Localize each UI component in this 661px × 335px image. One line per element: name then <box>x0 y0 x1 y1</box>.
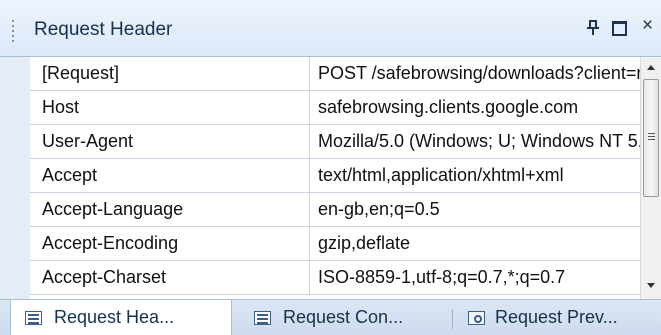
header-value-cell[interactable]: safebrowsing.clients.google.com <box>311 91 640 125</box>
header-value-cell[interactable]: ISO-8859-1,utf-8;q=0.7,*;q=0.7 <box>311 261 640 295</box>
pin-icon[interactable] <box>586 18 600 36</box>
grid-icon <box>25 311 42 325</box>
panel-title: Request Header <box>34 19 173 40</box>
table-row[interactable]: User-Agent Mozilla/5.0 (Windows; U; Wind… <box>30 125 640 159</box>
tab-label: Request Prev... <box>495 307 618 327</box>
property-grid: [Request] POST /safebrowsing/downloads?c… <box>0 57 640 299</box>
header-name-cell: [Request] <box>30 57 310 91</box>
preview-icon <box>468 311 485 325</box>
tab-request-content[interactable]: Request Con... <box>246 300 446 335</box>
header-value-cell[interactable]: en-gb,en;q=0.5 <box>311 193 640 227</box>
grid-icon <box>254 311 271 325</box>
header-name-cell: Accept-Language <box>30 193 310 227</box>
drag-grip-icon[interactable] <box>12 20 16 46</box>
scrollbar-thumb[interactable] <box>643 79 659 197</box>
table-row[interactable]: Accept-Language en-gb,en;q=0.5 <box>30 193 640 227</box>
table-row[interactable]: Host safebrowsing.clients.google.com <box>30 91 640 125</box>
header-name-cell: Accept-Encoding <box>30 227 310 261</box>
tab-separator <box>452 309 453 329</box>
header-value-cell[interactable]: POST /safebrowsing/downloads?client=navc… <box>311 57 640 91</box>
arrow-down-icon <box>647 283 655 288</box>
header-value-cell[interactable]: text/html,application/xhtml+xml <box>311 159 640 193</box>
tab-request-headers[interactable]: Request Hea... <box>10 300 232 335</box>
table-row[interactable]: Accept text/html,application/xhtml+xml <box>30 159 640 193</box>
panel-header: Request Header × <box>0 0 661 57</box>
tab-request-preview[interactable]: Request Prev... <box>459 300 661 335</box>
header-name-cell: Host <box>30 91 310 125</box>
header-name-cell: Accept-Charset <box>30 261 310 295</box>
grid-gutter <box>0 57 30 299</box>
table-row[interactable]: Accept-Encoding gzip,deflate <box>30 227 640 261</box>
tab-label: Request Hea... <box>54 307 175 327</box>
tab-label: Request Con... <box>283 307 404 327</box>
table-row[interactable]: Accept-Charset ISO-8859-1,utf-8;q=0.7,*;… <box>30 261 640 295</box>
header-value-cell[interactable]: Mozilla/5.0 (Windows; U; Windows NT 5.1 <box>311 125 640 159</box>
header-name-cell: Accept <box>30 159 310 193</box>
vertical-scrollbar[interactable] <box>640 57 661 299</box>
tab-strip: Request Hea... Request Con... Request Pr… <box>0 299 661 335</box>
maximize-icon[interactable] <box>612 21 627 36</box>
arrow-up-icon <box>647 65 655 70</box>
scroll-down-button[interactable] <box>641 277 661 295</box>
close-icon[interactable]: × <box>642 16 661 36</box>
grip-lines-icon <box>648 133 655 142</box>
header-name-cell: User-Agent <box>30 125 310 159</box>
table-row[interactable]: [Request] POST /safebrowsing/downloads?c… <box>30 57 640 91</box>
scroll-up-button[interactable] <box>641 59 661 77</box>
header-value-cell[interactable]: gzip,deflate <box>311 227 640 261</box>
